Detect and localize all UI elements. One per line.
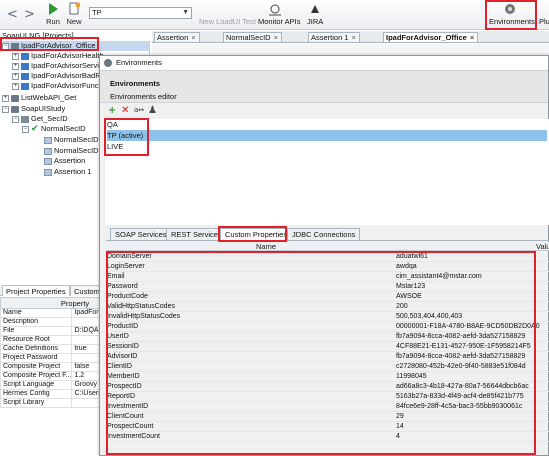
main-toolbar: < > Run New TP ▼ New LoadUI Test Monitor… — [0, 0, 549, 30]
tree-item[interactable]: + IpadForAdvisorServic — [12, 61, 103, 71]
dialog-titlebar: Environments — [100, 56, 548, 70]
property-name: File — [0, 326, 73, 336]
collapse-icon[interactable]: − — [2, 105, 9, 113]
jira-icon — [311, 5, 319, 13]
tree-item[interactable]: + ListWebAPI_Get — [2, 93, 76, 103]
expand-icon[interactable]: + — [12, 72, 19, 80]
new-button[interactable]: New — [65, 2, 83, 26]
interface-icon — [21, 52, 29, 60]
environment-subtabs: SOAP Services REST Services Custom Prope… — [106, 228, 549, 241]
rename-environment-icon[interactable]: a↔ — [134, 105, 144, 116]
tab-project-properties[interactable]: Project Properties — [2, 285, 70, 296]
check-icon: ✔ — [31, 123, 39, 134]
back-arrow-icon[interactable]: < — [7, 7, 18, 22]
close-icon[interactable]: × — [352, 33, 356, 42]
property-name: Hermes Config — [0, 389, 73, 399]
column-value: Value — [536, 242, 549, 251]
property-name: Project Password — [0, 353, 73, 363]
jira-button[interactable]: JIRA — [307, 17, 323, 26]
tree-item[interactable]: + IpadForAdvisorFunctio — [12, 81, 106, 91]
dialog-header: Environments Environments editor — [100, 70, 548, 103]
custom-properties-tab-highlight — [218, 226, 287, 242]
list-item-live[interactable]: LIVE — [107, 141, 547, 152]
list-item-tp-active[interactable]: TP (active) — [107, 130, 547, 141]
new-icon — [69, 2, 80, 15]
environment-toolbar: + ✕ a↔ ♟ — [100, 104, 548, 118]
tree-item[interactable]: + IpadForAdvisorHealth — [12, 51, 104, 61]
run-icon — [49, 3, 58, 15]
tab-jdbc-connections[interactable]: JDBC Connections — [287, 228, 361, 241]
testsuite-icon — [21, 115, 29, 123]
close-icon[interactable]: × — [191, 33, 195, 42]
assertion-icon — [44, 157, 52, 165]
close-icon[interactable]: × — [274, 33, 278, 42]
teststep-icon — [44, 136, 52, 144]
property-name: Script Language — [0, 380, 73, 390]
environments-dialog: Environments Environments Environments e… — [99, 55, 549, 456]
interface-icon — [21, 72, 29, 80]
property-name: Description — [0, 317, 73, 327]
tab-normalsecid[interactable]: NormalSecID × — [223, 32, 282, 43]
tree-item[interactable]: − Get_SecID — [12, 114, 68, 124]
tree-item[interactable]: Assertion — [44, 156, 85, 166]
new-loadui-test-button[interactable]: New LoadUI Test — [199, 17, 256, 26]
expand-icon[interactable]: + — [2, 94, 9, 102]
environments-highlight — [485, 0, 537, 30]
expand-icon[interactable]: + — [12, 52, 19, 60]
assertion-icon — [44, 168, 52, 176]
tree-item[interactable]: − ✔ NormalSecID — [22, 124, 86, 134]
property-name: Resource Root — [0, 335, 73, 345]
monitor-icon — [269, 4, 281, 16]
tree-item[interactable]: + IpadForAdvisorBadRe — [12, 71, 105, 81]
project-highlight — [0, 37, 99, 51]
delete-environment-icon[interactable]: ✕ — [121, 105, 129, 116]
tree-item[interactable]: NormalSecID — [44, 146, 99, 156]
plugins-button[interactable]: Plu — [539, 17, 549, 26]
forward-arrow-icon[interactable]: > — [24, 7, 35, 22]
project-select[interactable]: TP ▼ — [89, 7, 192, 19]
chevron-down-icon: ▼ — [182, 9, 189, 16]
tree-item[interactable]: Assertion 1 — [44, 167, 92, 177]
project-icon — [11, 105, 19, 113]
tab-assertion[interactable]: Assertion × — [154, 32, 200, 43]
environment-list: QA TP (active) LIVE — [105, 119, 549, 225]
property-name: Cache Definitions — [0, 344, 73, 354]
dialog-icon — [104, 59, 112, 67]
property-name: Script Library — [0, 398, 73, 408]
column-name: Name — [256, 242, 277, 251]
collapse-icon[interactable]: − — [22, 125, 29, 133]
property-name: Name — [0, 308, 73, 318]
tree-item[interactable]: − SoapUIStudy — [2, 104, 65, 114]
interface-icon — [21, 82, 29, 90]
add-environment-icon[interactable]: + — [108, 105, 116, 116]
teststep-icon — [44, 147, 52, 155]
dialog-header-subtitle: Environments editor — [110, 92, 177, 101]
project-icon — [11, 94, 19, 102]
expand-icon[interactable]: + — [12, 82, 19, 90]
editor-tabs: Assertion × NormalSecID × Assertion 1 × Ipa… — [152, 31, 549, 43]
expand-icon[interactable]: + — [12, 62, 19, 70]
list-item-qa[interactable]: QA — [107, 119, 547, 130]
environment-list-highlight — [104, 118, 149, 156]
tab-assertion-1[interactable]: Assertion 1 × — [308, 32, 360, 43]
dialog-header-title: Environments — [110, 79, 161, 88]
close-icon[interactable]: × — [470, 33, 474, 42]
tab-project-editor[interactable]: IpadForAdvisor_Office × — [383, 32, 479, 43]
collapse-icon[interactable]: − — [12, 115, 19, 123]
tab-soap-services[interactable]: SOAP Services — [110, 228, 172, 241]
person-icon[interactable]: ♟ — [148, 105, 157, 116]
table-header: Name Value — [106, 242, 549, 251]
monitor-apis-button[interactable]: Monitor APIs — [258, 17, 301, 26]
property-name: Composite Project F... — [0, 371, 73, 381]
interface-icon — [21, 62, 29, 70]
tree-item[interactable]: NormalSecID — [44, 135, 99, 145]
properties-highlight — [106, 251, 536, 455]
property-name: Composite Project — [0, 362, 73, 372]
run-button[interactable]: Run — [46, 2, 60, 26]
